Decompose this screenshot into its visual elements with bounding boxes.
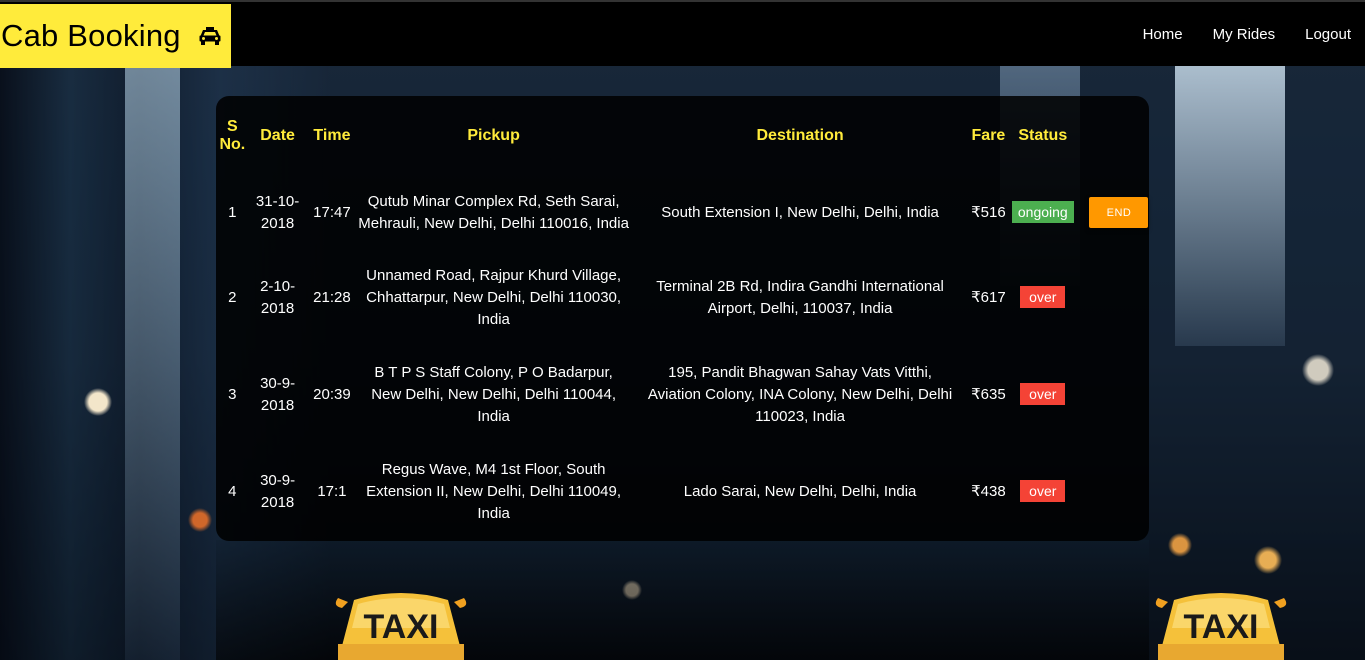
cell-pickup: Unnamed Road, Rajpur Khurd Village, Chha… [357, 249, 630, 346]
app-title: Cab Booking [1, 18, 181, 53]
background-window-light [1175, 66, 1285, 346]
header-destination: Destination [756, 127, 844, 144]
cell-time: 17:1 [317, 482, 347, 500]
header-action [1079, 96, 1149, 176]
status-badge: ongoing [1011, 201, 1074, 223]
background-light-streak [125, 66, 180, 660]
cell-status: over [1007, 346, 1079, 443]
header-status: Status [1018, 127, 1068, 144]
taxi-sign-text: TAXI [364, 608, 439, 646]
pickup-text: Qutub Minar Complex Rd, Seth Sarai, Mehr… [358, 192, 629, 232]
cell-action [1079, 443, 1149, 540]
header-pickup: Pickup [467, 127, 520, 144]
cell-action [1079, 249, 1149, 346]
cell-date: 30-9-2018 [260, 374, 296, 414]
cell-fare: ₹516 [971, 203, 1006, 221]
cell-sno: 2 [228, 288, 237, 306]
destination-text: 195, Pandit Bhagwan Sahay Vats Vitthi, A… [647, 363, 953, 425]
cell-date: 31-10-2018 [255, 192, 300, 232]
status-badge: over [1020, 286, 1066, 308]
taxi-sign-image: TAXI [332, 588, 470, 660]
rides-table-card: S No. Date Time Pickup Destination Fare … [216, 96, 1149, 541]
status-badge: over [1020, 480, 1066, 502]
cell-time: 21:28 [313, 288, 351, 306]
cell-action [1079, 346, 1149, 443]
cell-pickup: Qutub Minar Complex Rd, Seth Sarai, Mehr… [357, 176, 630, 249]
table-row: 2 2-10-2018 21:28 Unnamed Road, Rajpur K… [216, 249, 1149, 346]
cell-time: 20:39 [313, 385, 351, 403]
nav-menu: Home My Rides Logout [1143, 26, 1351, 43]
taxi-icon [199, 27, 221, 45]
destination-text: Lado Sarai, New Delhi, Delhi, India [683, 482, 917, 500]
end-ride-button[interactable]: END [1089, 197, 1149, 228]
cell-fare: ₹617 [971, 288, 1006, 306]
table-row: 3 30-9-2018 20:39 B T P S Staff Colony, … [216, 346, 1149, 443]
cell-time: 17:47 [313, 203, 351, 221]
cell-status: over [1007, 249, 1079, 346]
cell-destination: Terminal 2B Rd, Indira Gandhi Internatio… [630, 249, 970, 346]
rides-table: S No. Date Time Pickup Destination Fare … [216, 96, 1149, 540]
cell-destination: 195, Pandit Bhagwan Sahay Vats Vitthi, A… [630, 346, 970, 443]
cell-sno: 1 [228, 203, 237, 221]
nav-my-rides-link[interactable]: My Rides [1213, 26, 1276, 43]
brand-logo[interactable]: Cab Booking [0, 4, 231, 68]
nav-logout-link[interactable]: Logout [1305, 26, 1351, 43]
nav-home-link[interactable]: Home [1143, 26, 1183, 43]
table-header-row: S No. Date Time Pickup Destination Fare … [216, 96, 1149, 176]
cell-date: 30-9-2018 [260, 471, 296, 511]
header-date: Date [260, 127, 295, 144]
status-badge: over [1020, 383, 1066, 405]
pickup-text: Unnamed Road, Rajpur Khurd Village, Chha… [366, 266, 622, 328]
header-time: Time [313, 127, 351, 144]
cell-status: ongoing [1007, 176, 1079, 249]
cell-status: over [1007, 443, 1079, 540]
cell-date: 2-10-2018 [260, 277, 296, 317]
cell-pickup: Regus Wave, M4 1st Floor, South Extensio… [357, 443, 630, 540]
destination-text: Terminal 2B Rd, Indira Gandhi Internatio… [656, 277, 944, 317]
destination-text: South Extension I, New Delhi, Delhi, Ind… [661, 203, 939, 221]
cell-fare: ₹635 [971, 385, 1006, 403]
cell-action: END [1079, 176, 1149, 249]
pickup-text: Regus Wave, M4 1st Floor, South Extensio… [366, 460, 622, 522]
pickup-text: B T P S Staff Colony, P O Badarpur, New … [371, 363, 617, 425]
table-row: 1 31-10-2018 17:47 Qutub Minar Complex R… [216, 176, 1149, 249]
cell-sno: 3 [228, 385, 237, 403]
cell-sno: 4 [228, 482, 237, 500]
navbar: Cab Booking Home My Rides Logout [0, 0, 1365, 68]
taxi-sign-text: TAXI [1184, 608, 1259, 646]
taxi-sign-image: TAXI [1152, 588, 1290, 660]
header-sno: S No. [219, 118, 246, 153]
cell-destination: South Extension I, New Delhi, Delhi, Ind… [630, 176, 970, 249]
cell-destination: Lado Sarai, New Delhi, Delhi, India [630, 443, 970, 540]
cell-fare: ₹438 [971, 482, 1006, 500]
table-row: 4 30-9-2018 17:1 Regus Wave, M4 1st Floo… [216, 443, 1149, 540]
header-fare: Fare [971, 127, 1006, 144]
cell-pickup: B T P S Staff Colony, P O Badarpur, New … [357, 346, 630, 443]
